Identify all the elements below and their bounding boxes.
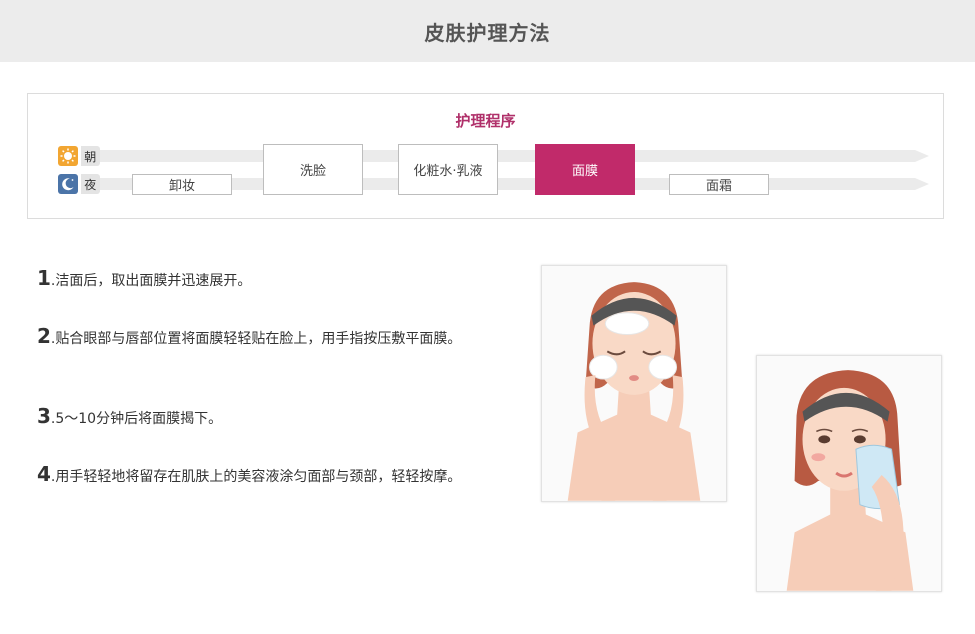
step-face-mask[interactable]: 面膜 bbox=[535, 144, 635, 195]
instruction-text: .洁面后，取出面膜并迅速展开。 bbox=[50, 273, 252, 289]
routine-panel: 护理程序 朝 夜 卸妆 洗脸 化粧水·乳液 面膜 面霜 bbox=[27, 93, 944, 219]
instruction-number: 3 bbox=[37, 404, 51, 428]
instruction-number: 2 bbox=[37, 324, 51, 348]
towel-drying-illustration bbox=[756, 355, 942, 592]
page-header: 皮肤护理方法 bbox=[0, 0, 975, 62]
morning-label: 朝 bbox=[58, 146, 100, 166]
step-face-cream[interactable]: 面霜 bbox=[669, 174, 769, 195]
routine-title: 护理程序 bbox=[455, 112, 516, 130]
instruction-text: .贴合眼部与唇部位置将面膜轻轻贴在脸上，用手指按压敷平面膜。 bbox=[50, 331, 462, 347]
instruction-number: 4 bbox=[37, 462, 51, 486]
morning-text: 朝 bbox=[80, 146, 100, 166]
night-label: 夜 bbox=[58, 174, 100, 194]
instruction-number: 1 bbox=[37, 266, 51, 290]
instruction-item: 3.5～10分钟后将面膜揭下。 bbox=[37, 404, 492, 432]
instruction-text: .5～10分钟后将面膜揭下。 bbox=[50, 411, 223, 427]
morning-track bbox=[100, 150, 929, 162]
night-text: 夜 bbox=[80, 174, 100, 194]
page-title: 皮肤护理方法 bbox=[424, 20, 551, 45]
moon-icon bbox=[58, 174, 78, 194]
sun-icon bbox=[58, 146, 78, 166]
step-toner-lotion[interactable]: 化粧水·乳液 bbox=[398, 144, 498, 195]
instruction-item: 4.用手轻轻地将留存在肌肤上的美容液涂匀面部与颈部，轻轻按摩。 bbox=[37, 462, 492, 490]
face-wash-illustration bbox=[541, 265, 727, 502]
step-face-wash[interactable]: 洗脸 bbox=[263, 144, 363, 195]
instruction-text: .用手轻轻地将留存在肌肤上的美容液涂匀面部与颈部，轻轻按摩。 bbox=[50, 469, 462, 485]
step-makeup-removal[interactable]: 卸妆 bbox=[132, 174, 232, 195]
instruction-item: 1.洁面后，取出面膜并迅速展开。 bbox=[37, 266, 492, 294]
instruction-item: 2.贴合眼部与唇部位置将面膜轻轻贴在脸上，用手指按压敷平面膜。 bbox=[37, 324, 492, 352]
